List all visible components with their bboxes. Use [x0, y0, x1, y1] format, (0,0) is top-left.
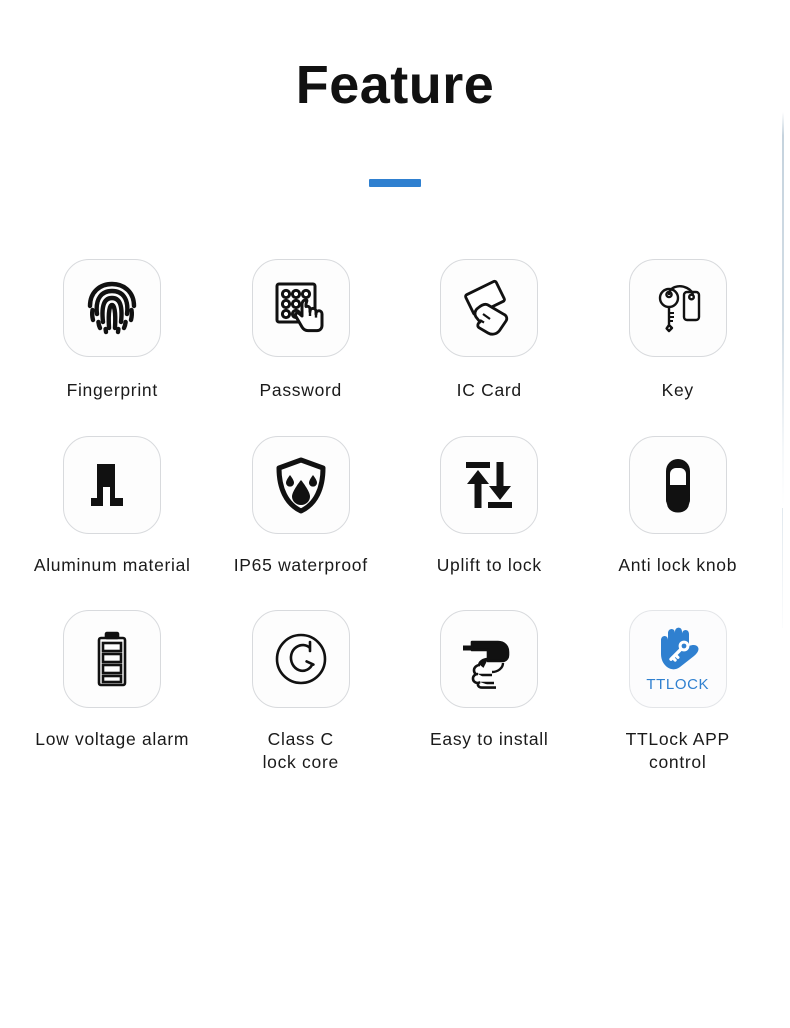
feature-item-uplift-lock: Uplift to lock	[395, 435, 584, 576]
feature-page: { "header": { "title": "Feature", "accen…	[0, 0, 790, 1028]
feature-item-ic-card: IC Card	[395, 259, 584, 401]
knob-capsule-icon	[628, 435, 727, 534]
feature-item-fingerprint: Fingerprint	[18, 259, 207, 401]
shield-droplet-icon	[251, 435, 350, 534]
feature-item-low-voltage: Low voltage alarm	[18, 610, 207, 773]
page-header: Feature	[0, 0, 790, 188]
key-fob-icon	[628, 259, 727, 358]
battery-icon	[63, 610, 162, 709]
feature-item-waterproof: IP65 waterproof	[207, 435, 396, 576]
feature-label: Uplift to lock	[436, 554, 542, 575]
aluminum-block-icon	[63, 435, 162, 534]
feature-label: IP65 waterproof	[233, 554, 368, 575]
feature-label: Password	[259, 380, 342, 401]
up-down-arrows-icon	[440, 435, 539, 534]
feature-grid: Fingerprint Password IC Card Key Aluminu…	[0, 259, 790, 773]
feature-label: Aluminum material	[33, 554, 191, 575]
page-title: Feature	[295, 55, 495, 115]
feature-item-class-c-core: Class C lock core	[207, 610, 396, 773]
ttlock-hand-key-icon: TTLOCK	[628, 610, 727, 709]
feature-label: Fingerprint	[66, 380, 158, 401]
feature-label: TTLock APP control	[625, 729, 730, 772]
keypad-hand-icon	[251, 259, 350, 358]
page-edge-hairline	[782, 112, 784, 507]
feature-label: Key	[661, 380, 694, 401]
feature-label: Anti lock knob	[618, 554, 738, 575]
feature-item-key: Key	[584, 259, 773, 401]
feature-label: Class C lock core	[262, 729, 339, 772]
feature-label: IC Card	[456, 380, 522, 401]
feature-item-aluminum: Aluminum material	[18, 435, 207, 576]
feature-label: Low voltage alarm	[35, 729, 190, 750]
class-c-circle-icon	[251, 610, 350, 709]
fingerprint-icon	[63, 259, 162, 358]
page-edge-hairline-lower	[782, 508, 783, 628]
feature-item-password: Password	[207, 259, 396, 401]
feature-label: Easy to install	[430, 729, 549, 750]
drill-hand-icon	[440, 610, 539, 709]
ttlock-wordmark: TTLOCK	[646, 675, 710, 693]
feature-item-easy-install: Easy to install	[395, 610, 584, 773]
feature-item-ttlock-app: TTLOCK TTLock APP control	[584, 610, 773, 773]
feature-item-anti-lock-knob: Anti lock knob	[584, 435, 773, 576]
card-hand-icon	[440, 259, 539, 358]
title-accent-rule	[369, 179, 421, 188]
